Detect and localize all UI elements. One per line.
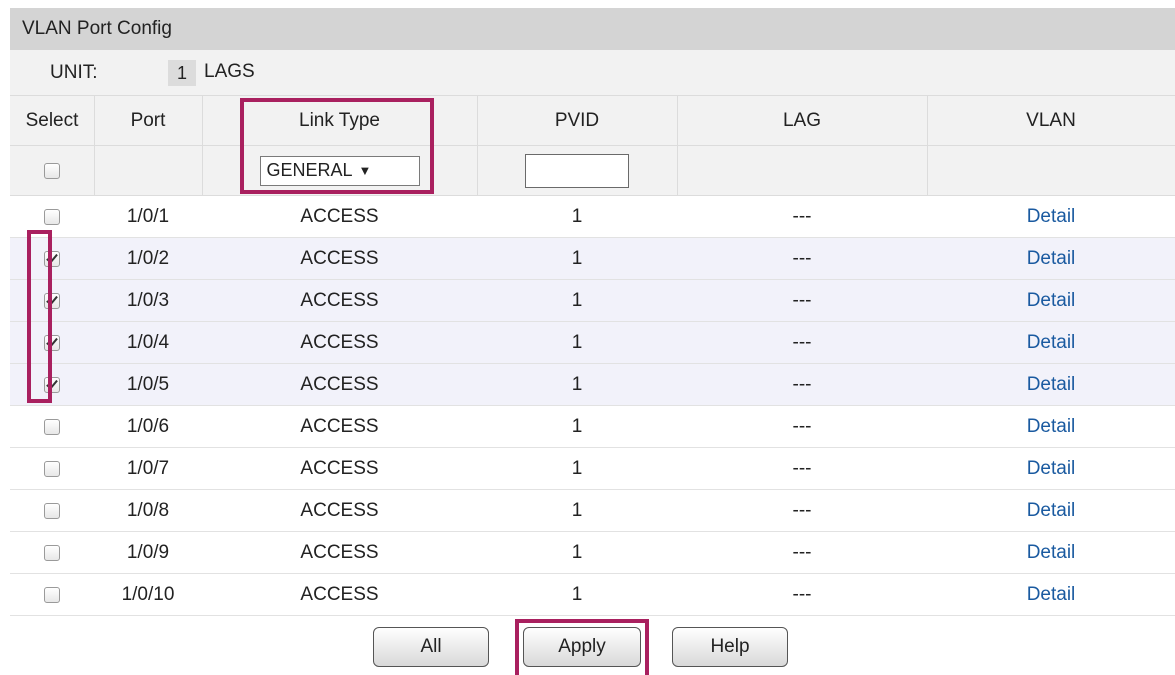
table-row: 1/0/8 ACCESS 1 --- Detail [10,490,1175,532]
row-select-checkbox[interactable] [44,292,60,309]
apply-button[interactable]: Apply [523,627,641,667]
link-type-cell: ACCESS [300,583,379,605]
vlan-detail-link[interactable]: Detail [1027,290,1076,312]
vlan-detail-link[interactable]: Detail [1027,458,1076,480]
column-header-vlan: VLAN [1026,109,1076,131]
lag-cell: --- [792,373,812,395]
table-body: 1/0/1 ACCESS 1 --- Detail 1/0/2 ACCESS 1 --- Deta… [10,196,1175,616]
pvid-cell: 1 [571,541,583,563]
row-select-checkbox[interactable] [44,334,60,351]
table-row: 1/0/3 ACCESS 1 --- Detail [10,280,1175,322]
link-type-cell: ACCESS [300,457,379,479]
pvid-cell: 1 [571,205,583,227]
vlan-detail-link[interactable]: Detail [1027,542,1076,564]
panel-title: VLAN Port Config [10,8,1175,50]
column-header-port: Port [94,96,203,145]
link-type-cell: ACCESS [300,289,379,311]
link-type-selected-value: GENERAL [266,160,353,180]
port-cell: 1/0/4 [126,331,170,353]
pvid-cell: 1 [571,289,583,311]
row-select-checkbox[interactable] [44,544,60,561]
link-type-cell: ACCESS [300,331,379,353]
link-type-select[interactable]: GENERAL ▼ [259,155,420,186]
pvid-cell: 1 [571,247,583,269]
pvid-cell: 1 [571,499,583,521]
vlan-detail-link[interactable]: Detail [1027,584,1076,606]
row-select-checkbox[interactable] [44,502,60,519]
table-row: 1/0/9 ACCESS 1 --- Detail [10,532,1175,574]
lag-cell: --- [792,457,812,479]
row-select-checkbox[interactable] [44,586,60,603]
bulk-edit-row: GENERAL ▼ [10,146,1175,196]
pvid-cell: 1 [571,583,583,605]
help-button[interactable]: Help [672,627,788,667]
port-cell: 1/0/5 [126,373,170,395]
table-row: 1/0/2 ACCESS 1 --- Detail [10,238,1175,280]
port-cell: 1/0/7 [126,457,170,479]
column-header-link-type: Link Type [202,96,478,145]
link-type-cell: ACCESS [300,373,379,395]
row-select-checkbox[interactable] [44,460,60,477]
link-type-cell: ACCESS [300,499,379,521]
row-select-checkbox[interactable] [44,208,60,225]
column-header-pvid: PVID [477,96,678,145]
link-type-cell: ACCESS [300,205,379,227]
link-type-cell: ACCESS [300,247,379,269]
table-header-row: Select Port Link Type PVID LAG VLAN [10,96,1175,146]
table-row: 1/0/1 ACCESS 1 --- Detail [10,196,1175,238]
select-all-checkbox[interactable] [44,162,60,179]
pvid-cell: 1 [571,415,583,437]
port-cell: 1/0/6 [126,415,170,437]
lag-cell: --- [792,247,812,269]
lag-cell: --- [792,583,812,605]
dropdown-arrow-icon: ▼ [358,163,372,178]
table-row: 1/0/7 ACCESS 1 --- Detail [10,448,1175,490]
lag-cell: --- [792,331,812,353]
lag-cell: --- [792,289,812,311]
row-select-checkbox[interactable] [44,418,60,435]
vlan-detail-link[interactable]: Detail [1027,500,1076,522]
port-cell: 1/0/9 [126,541,170,563]
column-header-lag: LAG [677,96,928,145]
unit-1-button[interactable]: 1 [168,60,196,86]
pvid-cell: 1 [571,457,583,479]
unit-label: UNIT: [50,62,98,83]
port-cell: 1/0/10 [121,583,175,605]
vlan-detail-link[interactable]: Detail [1027,248,1076,270]
port-cell: 1/0/1 [126,205,170,227]
pvid-cell: 1 [571,331,583,353]
port-cell: 1/0/3 [126,289,170,311]
table-row: 1/0/6 ACCESS 1 --- Detail [10,406,1175,448]
table-row: 1/0/5 ACCESS 1 --- Detail [10,364,1175,406]
lag-cell: --- [792,415,812,437]
port-cell: 1/0/8 [126,499,170,521]
port-cell: 1/0/2 [126,247,170,269]
row-select-checkbox[interactable] [44,376,60,393]
table-row: 1/0/4 ACCESS 1 --- Detail [10,322,1175,364]
pvid-cell: 1 [571,373,583,395]
vlan-detail-link[interactable]: Detail [1027,206,1076,228]
pvid-input[interactable] [525,153,629,188]
row-select-checkbox[interactable] [44,250,60,267]
lag-cell: --- [792,499,812,521]
lag-cell: --- [792,541,812,563]
vlan-port-table: Select Port Link Type PVID LAG VLAN GENE… [10,96,1175,616]
table-row: 1/0/10 ACCESS 1 --- Detail [10,574,1175,616]
vlan-detail-link[interactable]: Detail [1027,332,1076,354]
vlan-detail-link[interactable]: Detail [1027,416,1076,438]
all-button[interactable]: All [373,627,489,667]
link-type-cell: ACCESS [300,541,379,563]
link-type-cell: ACCESS [300,415,379,437]
column-header-select: Select [10,96,95,145]
unit-row: UNIT: 1 LAGS [10,50,1175,96]
lags-link[interactable]: LAGS [204,61,255,83]
vlan-detail-link[interactable]: Detail [1027,374,1076,396]
lag-cell: --- [792,205,812,227]
